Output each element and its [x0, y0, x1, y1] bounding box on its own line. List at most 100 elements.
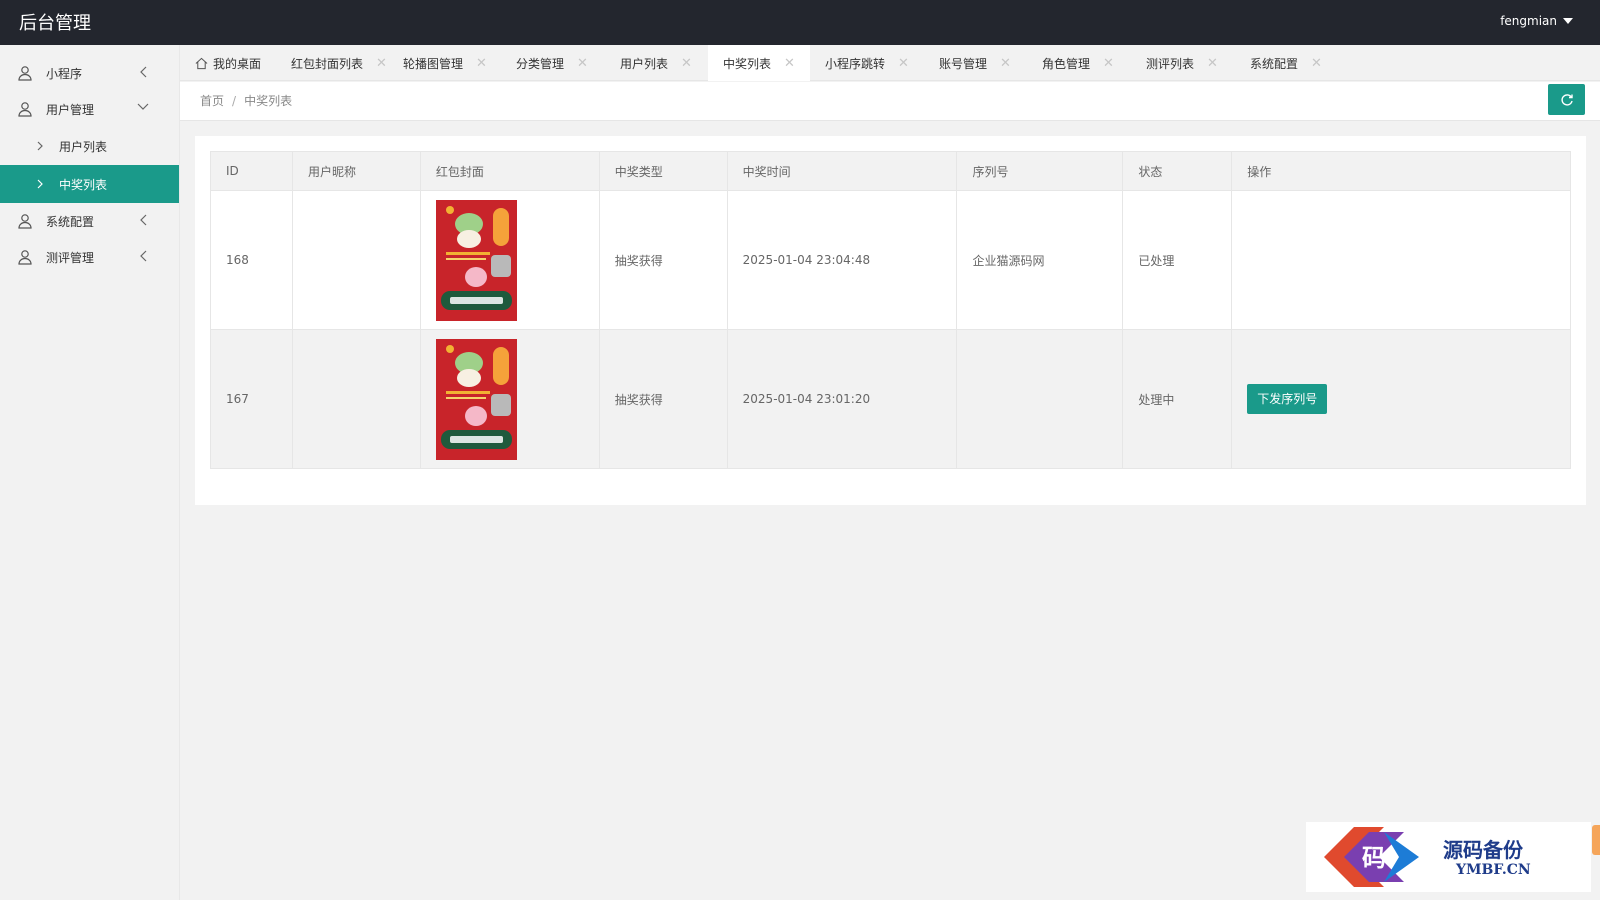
app-title: 后台管理 [19, 13, 91, 34]
tab-user-list[interactable]: 用户列表 ✕ [605, 45, 708, 81]
sidebar-item-miniprogram[interactable]: 小程序 [0, 55, 179, 91]
chevron-left-icon [140, 214, 147, 226]
close-icon[interactable]: ✕ [476, 56, 487, 71]
refresh-icon [1560, 93, 1573, 106]
tab-system-config[interactable]: 系统配置 ✕ [1235, 45, 1339, 81]
sidebar-item-label: 用户管理 [46, 102, 95, 117]
tab-prize-list[interactable]: 中奖列表 ✕ [708, 45, 810, 81]
cell-cover [419, 329, 600, 469]
tab-label: 分类管理 [516, 56, 565, 71]
tab-label: 中奖列表 [723, 56, 772, 71]
watermark-url: YMBF.CN [1456, 862, 1531, 878]
user-icon [18, 214, 32, 229]
logo-mark: 码 [1324, 827, 1419, 887]
chevron-left-icon [140, 66, 147, 78]
sidebar-item-label: 小程序 [46, 66, 83, 81]
close-icon[interactable]: ✕ [376, 56, 387, 71]
column-header: 中奖类型 [598, 151, 728, 191]
home-icon [195, 57, 208, 69]
prize-table: ID 用户昵称 红包封面 中奖类型 中奖时间 序列号 状态 操作 168 抽奖获… [210, 151, 1571, 469]
red-envelope-cover-image[interactable] [435, 338, 517, 460]
cell-action [1231, 190, 1571, 330]
tab-label: 轮播图管理 [403, 56, 464, 71]
watermark-title: 源码备份 [1443, 838, 1523, 862]
user-menu[interactable]: fengmian [1500, 14, 1573, 28]
chevron-left-icon [140, 250, 147, 262]
cell-nickname [291, 190, 421, 330]
username: fengmian [1500, 14, 1557, 28]
column-header: 状态 [1122, 151, 1233, 191]
refresh-button[interactable] [1548, 84, 1585, 115]
sidebar-item-prize-list[interactable]: 中奖列表 [0, 165, 179, 203]
breadcrumb-current: 中奖列表 [244, 94, 293, 108]
side-tab-handle[interactable] [1592, 825, 1600, 855]
issue-serial-button[interactable]: 下发序列号 [1247, 384, 1328, 414]
tab-category[interactable]: 分类管理 ✕ [501, 45, 605, 81]
cell-cover [419, 190, 600, 330]
close-icon[interactable]: ✕ [1207, 56, 1218, 71]
close-icon[interactable]: ✕ [898, 56, 909, 71]
close-icon[interactable]: ✕ [1103, 56, 1114, 71]
close-icon[interactable]: ✕ [681, 56, 692, 71]
chevron-right-icon [37, 141, 43, 151]
user-icon [18, 66, 32, 81]
breadcrumb: 首页 / 中奖列表 [200, 92, 292, 109]
breadcrumb-bar: 首页 / 中奖列表 [180, 82, 1600, 121]
tab-role[interactable]: 角色管理 ✕ [1027, 45, 1131, 81]
cell-time: 2025-01-04 23:01:20 [726, 329, 958, 469]
tab-label: 系统配置 [1250, 56, 1299, 71]
cell-nickname [291, 329, 421, 469]
tab-label: 小程序跳转 [825, 56, 886, 71]
tab-carousel[interactable]: 轮播图管理 ✕ [388, 45, 501, 81]
close-icon[interactable]: ✕ [1311, 56, 1322, 71]
column-header: 中奖时间 [726, 151, 958, 191]
column-header: 红包封面 [419, 151, 600, 191]
sidebar: 小程序 用户管理 用户列表 中奖列表 系统配置 测评管理 [0, 45, 180, 900]
breadcrumb-separator: / [232, 94, 237, 108]
table-row: 168 抽奖获得 2025-01-04 23:04:48 企业猫源码网 已处理 [210, 190, 1571, 330]
tab-label: 我的桌面 [212, 56, 261, 71]
cell-action: 下发序列号 [1231, 329, 1571, 469]
sidebar-item-label: 测评管理 [46, 250, 95, 265]
cell-id: 168 [210, 190, 293, 330]
tab-my-desktop[interactable]: 我的桌面 [180, 45, 276, 81]
close-icon[interactable]: ✕ [1000, 56, 1011, 71]
user-icon [18, 102, 32, 117]
tab-label: 角色管理 [1042, 56, 1091, 71]
tab-label: 红包封面列表 [291, 56, 364, 71]
column-header: 序列号 [956, 151, 1124, 191]
svg-text:码: 码 [1362, 843, 1386, 872]
cell-type: 抽奖获得 [598, 190, 728, 330]
tab-evaluation-list[interactable]: 测评列表 ✕ [1131, 45, 1235, 81]
sidebar-item-label: 中奖列表 [59, 177, 108, 192]
sidebar-item-user-management[interactable]: 用户管理 [0, 91, 179, 127]
tab-account[interactable]: 账号管理 ✕ [924, 45, 1027, 81]
chevron-down-icon [137, 103, 149, 110]
red-envelope-cover-image[interactable] [435, 199, 517, 321]
top-bar: 后台管理 fengmian [0, 0, 1600, 45]
tab-red-envelope-list[interactable]: 红包封面列表 ✕ [276, 45, 388, 81]
sidebar-item-label: 用户列表 [59, 139, 108, 154]
sidebar-item-system-config[interactable]: 系统配置 [0, 203, 179, 239]
tab-label: 测评列表 [1146, 56, 1195, 71]
breadcrumb-home[interactable]: 首页 [200, 94, 224, 108]
cell-status: 已处理 [1122, 190, 1233, 330]
sidebar-item-evaluation[interactable]: 测评管理 [0, 239, 179, 275]
cell-serial [956, 329, 1124, 469]
close-icon[interactable]: ✕ [784, 56, 795, 71]
cell-status: 处理中 [1122, 329, 1233, 469]
column-header: 操作 [1231, 151, 1571, 191]
column-header: ID [210, 151, 293, 191]
close-icon[interactable]: ✕ [577, 56, 588, 71]
tab-miniprogram-jump[interactable]: 小程序跳转 ✕ [810, 45, 924, 81]
watermark-logo: 码 源码备份 YMBF.CN [1306, 822, 1591, 892]
cell-serial: 企业猫源码网 [956, 190, 1124, 330]
tab-bar: 我的桌面 红包封面列表 ✕ 轮播图管理 ✕ 分类管理 ✕ 用户列表 ✕ 中奖列表 ✕ 小程… [180, 45, 1600, 81]
cell-time: 2025-01-04 23:04:48 [726, 190, 958, 330]
cell-type: 抽奖获得 [598, 329, 728, 469]
tab-label: 用户列表 [620, 56, 669, 71]
sidebar-item-user-list[interactable]: 用户列表 [0, 127, 179, 165]
caret-down-icon [1563, 18, 1573, 24]
table-row: 167 抽奖获得 2025-01-04 23:01:20 处理中 下发序列号 [210, 329, 1571, 469]
sidebar-item-label: 系统配置 [46, 214, 95, 229]
